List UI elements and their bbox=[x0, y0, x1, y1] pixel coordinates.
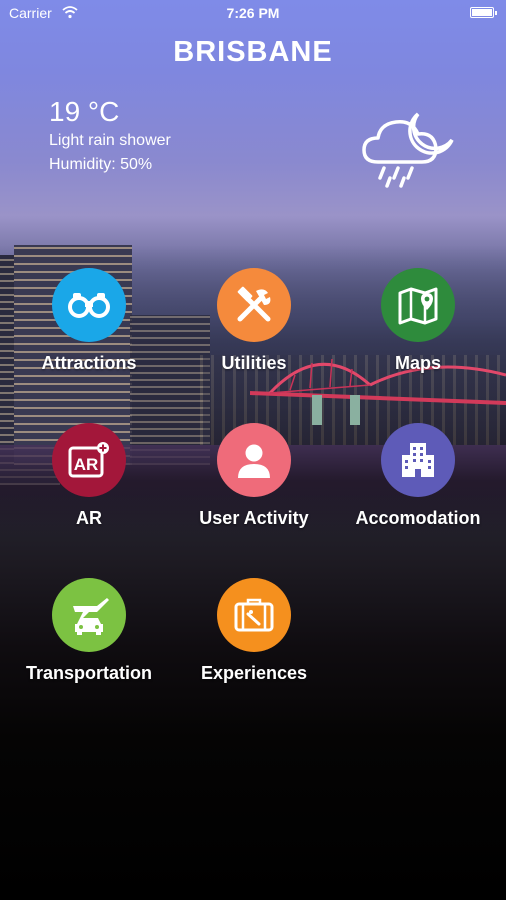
ar-icon: AR bbox=[52, 423, 126, 497]
menu-item-label: Maps bbox=[394, 353, 441, 373]
menu-item-label: Utilities bbox=[221, 353, 287, 373]
menu-item-utilities[interactable]: Utilities bbox=[174, 268, 334, 374]
building-icon bbox=[381, 423, 455, 497]
menu-item-transportation[interactable]: Transportation bbox=[9, 578, 169, 684]
humidity: Humidity: 50% bbox=[49, 156, 153, 173]
plane-car-icon bbox=[52, 578, 126, 652]
suitcase-icon bbox=[217, 578, 291, 652]
battery-icon bbox=[470, 7, 497, 18]
menu-item-maps[interactable]: Maps bbox=[338, 268, 498, 374]
clock: 7:26 PM bbox=[226, 5, 280, 21]
menu-item-user-activity[interactable]: User Activity bbox=[174, 423, 334, 529]
menu-item-label: AR bbox=[76, 508, 102, 528]
menu-item-label: Attractions bbox=[41, 353, 137, 373]
weather-condition: Light rain shower bbox=[49, 132, 171, 149]
menu-item-accomodation[interactable]: Accomodation bbox=[338, 423, 498, 529]
map-pin-icon bbox=[381, 268, 455, 342]
user-icon bbox=[217, 423, 291, 497]
binoculars-icon bbox=[52, 268, 126, 342]
tools-icon bbox=[217, 268, 291, 342]
weather-panel: 19 °C Light rain shower Humidity: 50% bbox=[49, 96, 171, 174]
menu-item-label: Transportation bbox=[25, 663, 152, 683]
menu-item-label: Accomodation bbox=[355, 508, 481, 528]
svg-text:AR: AR bbox=[74, 455, 99, 474]
menu-item-attractions[interactable]: Attractions bbox=[9, 268, 169, 374]
menu-item-label: Experiences bbox=[200, 663, 308, 683]
menu-item-label: User Activity bbox=[199, 508, 309, 528]
cloud-rain-moon-icon bbox=[362, 112, 454, 188]
city-title: BRISBANE bbox=[173, 36, 333, 68]
temperature: 19 °C bbox=[49, 96, 120, 127]
menu-item-experiences[interactable]: Experiences bbox=[174, 578, 334, 684]
menu-item-ar[interactable]: AR AR bbox=[9, 423, 169, 529]
status-bar: Carrier 7:26 PM bbox=[0, 0, 506, 26]
